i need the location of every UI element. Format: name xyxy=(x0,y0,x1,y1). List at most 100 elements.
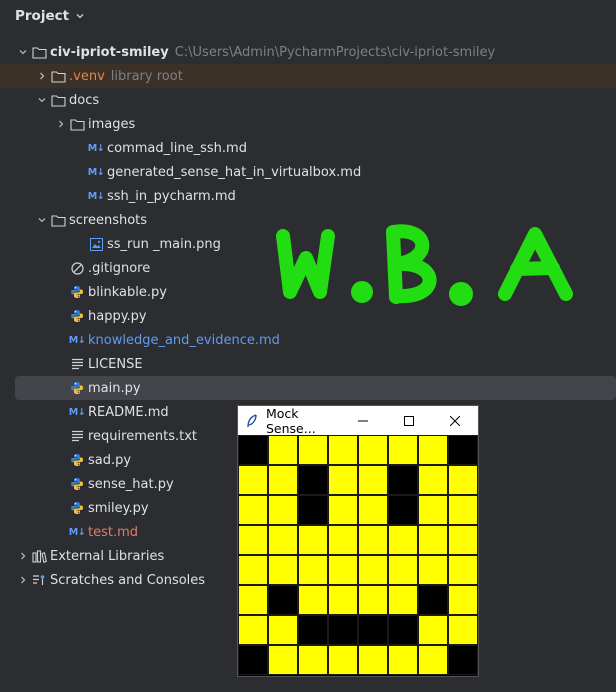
led-pixel xyxy=(448,615,478,645)
tree-item-images[interactable]: images xyxy=(0,112,616,136)
led-pixel xyxy=(268,555,298,585)
maximize-button[interactable] xyxy=(386,406,432,435)
python-file-icon xyxy=(69,380,85,396)
led-pixel xyxy=(358,615,388,645)
tree-item-know[interactable]: M↓ knowledge_and_evidence.md xyxy=(0,328,616,352)
tree-item-happy[interactable]: happy.py xyxy=(0,304,616,328)
led-pixel xyxy=(358,525,388,555)
minimize-button[interactable] xyxy=(340,406,386,435)
chevron-down-icon xyxy=(75,11,85,21)
led-pixel xyxy=(448,585,478,615)
led-pixel xyxy=(298,645,328,675)
led-pixel xyxy=(388,645,418,675)
chevron-down-icon[interactable] xyxy=(34,92,50,108)
folder-icon xyxy=(50,68,66,84)
led-pixel xyxy=(388,555,418,585)
tree-item-docs[interactable]: docs xyxy=(0,88,616,112)
tree-item-label: blinkable.py xyxy=(88,284,167,300)
led-pixel xyxy=(388,495,418,525)
folder-icon xyxy=(50,212,66,228)
project-tool-window: Project civ-ipriot-smiley C:\Users\Admin\… xyxy=(0,0,616,692)
tree-item-label: requirements.txt xyxy=(88,428,198,444)
led-pixel xyxy=(268,645,298,675)
python-file-icon xyxy=(69,308,85,324)
tree-item-main[interactable]: main.py xyxy=(15,376,616,400)
tree-item-label: sad.py xyxy=(88,452,132,468)
led-pixel xyxy=(328,525,358,555)
led-pixel xyxy=(238,555,268,585)
text-file-icon xyxy=(69,428,85,444)
tree-item-ssh[interactable]: M↓ ssh_in_pycharm.md xyxy=(0,184,616,208)
led-pixel xyxy=(238,585,268,615)
led-pixel xyxy=(298,525,328,555)
tree-item-label: LICENSE xyxy=(88,356,143,372)
tree-item-screens[interactable]: screenshots xyxy=(0,208,616,232)
led-pixel xyxy=(328,435,358,465)
led-pixel xyxy=(388,465,418,495)
led-pixel xyxy=(388,525,418,555)
led-pixel xyxy=(328,585,358,615)
led-pixel xyxy=(418,615,448,645)
close-button[interactable] xyxy=(432,406,478,435)
text-file-icon xyxy=(69,356,85,372)
tree-item-label: docs xyxy=(69,92,100,108)
project-view-selector[interactable]: Project xyxy=(15,8,85,24)
led-pixel xyxy=(448,465,478,495)
led-pixel xyxy=(358,435,388,465)
led-pixel xyxy=(418,585,448,615)
chevron-right-icon[interactable] xyxy=(15,548,31,564)
led-pixel xyxy=(388,585,418,615)
tree-item-venv[interactable]: .venv library root xyxy=(0,64,616,88)
led-pixel xyxy=(418,465,448,495)
led-pixel xyxy=(298,465,328,495)
led-pixel xyxy=(448,495,478,525)
led-pixel xyxy=(238,525,268,555)
led-pixel xyxy=(268,495,298,525)
tree-item-label: Scratches and Consoles xyxy=(50,572,206,588)
led-pixel xyxy=(448,435,478,465)
tree-item-ssrun[interactable]: ss_run _main.png xyxy=(0,232,616,256)
tree-item-hint: C:\Users\Admin\PycharmProjects\civ-iprio… xyxy=(174,44,496,60)
tree-item-gitignore[interactable]: .gitignore xyxy=(0,256,616,280)
scratches-icon xyxy=(31,572,47,588)
led-pixel xyxy=(418,525,448,555)
tree-item-label: generated_sense_hat_in_virtualbox.md xyxy=(107,164,362,180)
chevron-down-icon[interactable] xyxy=(34,212,50,228)
chevron-down-icon[interactable] xyxy=(15,44,31,60)
led-pixel xyxy=(328,555,358,585)
markdown-icon: M↓ xyxy=(87,142,105,154)
led-pixel xyxy=(388,435,418,465)
python-file-icon xyxy=(69,284,85,300)
led-pixel xyxy=(298,555,328,585)
tree-item-root[interactable]: civ-ipriot-smiley C:\Users\Admin\PycharmP… xyxy=(0,40,616,64)
tree-item-label: External Libraries xyxy=(50,548,165,564)
tree-item-cmd[interactable]: M↓ commad_line_ssh.md xyxy=(0,136,616,160)
tree-item-blink[interactable]: blinkable.py xyxy=(0,280,616,304)
library-icon xyxy=(31,548,47,564)
python-file-icon xyxy=(69,476,85,492)
led-pixel xyxy=(238,615,268,645)
chevron-right-icon[interactable] xyxy=(15,572,31,588)
tree-item-lic[interactable]: LICENSE xyxy=(0,352,616,376)
tree-item-label: ss_run _main.png xyxy=(107,236,221,252)
led-pixel xyxy=(238,435,268,465)
led-pixel xyxy=(358,645,388,675)
folder-icon xyxy=(50,92,66,108)
chevron-right-icon[interactable] xyxy=(53,116,69,132)
folder-icon xyxy=(69,116,85,132)
tree-item-label: ssh_in_pycharm.md xyxy=(107,188,236,204)
tree-item-label: commad_line_ssh.md xyxy=(107,140,247,156)
led-pixel xyxy=(328,495,358,525)
tree-item-gen[interactable]: M↓ generated_sense_hat_in_virtualbox.md xyxy=(0,160,616,184)
chevron-right-icon[interactable] xyxy=(34,68,50,84)
led-pixel xyxy=(328,615,358,645)
led-pixel xyxy=(298,585,328,615)
led-pixel xyxy=(238,645,268,675)
